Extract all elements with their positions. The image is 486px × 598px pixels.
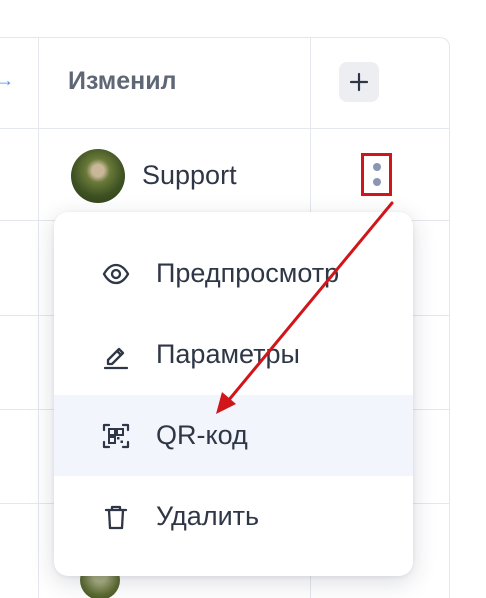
column-header-modified-by[interactable]: Изменил: [68, 67, 177, 96]
menu-item-label: Параметры: [156, 339, 300, 369]
pencil-icon: [100, 339, 132, 371]
menu-item-delete[interactable]: Удалить: [54, 476, 413, 557]
menu-item-preview[interactable]: Предпросмотр: [54, 233, 413, 314]
add-column-button[interactable]: [339, 62, 379, 102]
menu-item-settings[interactable]: Параметры: [54, 314, 413, 395]
kebab-dot: [372, 178, 381, 186]
sort-arrow-icon[interactable]: →: [0, 70, 14, 91]
menu-item-label: Предпросмотр: [156, 258, 340, 288]
menu-item-qr-code[interactable]: QR-код: [54, 395, 413, 476]
column-divider: [38, 37, 39, 598]
user-name: Support: [142, 160, 237, 190]
kebab-dot: [372, 163, 381, 171]
trash-icon: [100, 501, 132, 533]
row-divider: [0, 128, 450, 129]
menu-item-label: QR-код: [156, 420, 248, 450]
eye-icon: [100, 258, 132, 290]
plus-icon: [349, 72, 369, 92]
avatar: [71, 149, 125, 203]
context-menu: Предпросмотр Параметры QR-код Удалить: [54, 212, 413, 576]
row-actions-button[interactable]: [361, 153, 392, 196]
menu-item-label: Удалить: [156, 501, 260, 531]
qr-code-icon: [100, 420, 132, 452]
